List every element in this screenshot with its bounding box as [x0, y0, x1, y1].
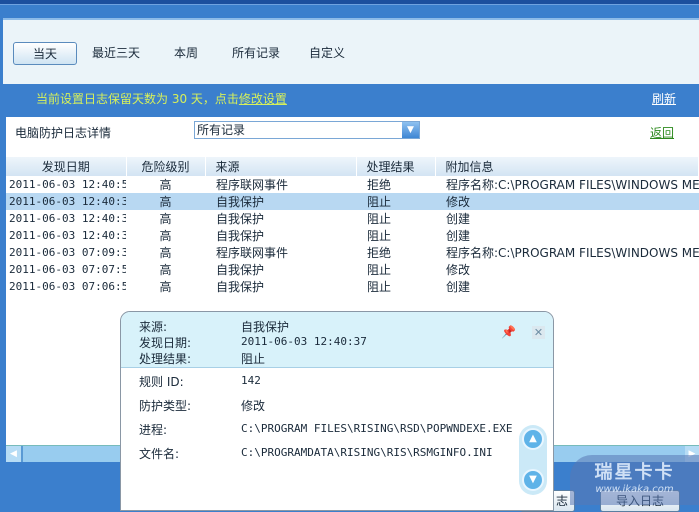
watermark-url: www.ikaka.com	[595, 484, 674, 495]
section-label: 电脑防护日志详情	[15, 126, 112, 140]
cell-info: 创建	[446, 280, 471, 294]
record-filter-select[interactable]: 所有记录 ▼	[194, 121, 420, 139]
cell-source: 自我保护	[216, 280, 265, 294]
table-row[interactable]: 2011-06-03 12:40:56 高 程序联网事件 拒绝 程序名称:C:\PROG…	[6, 176, 699, 193]
cell-level: 高	[159, 212, 172, 226]
cell-info: 创建	[446, 212, 471, 226]
cell-date: 2011-06-03 07:06:57	[9, 280, 126, 293]
table-row[interactable]: 2011-06-03 12:40:37 高自我保护 阻止 修改	[6, 193, 699, 210]
cell-level: 高	[159, 229, 172, 243]
cell-result: 阻止	[367, 263, 392, 277]
notice-text: 当前设置日志保留天数为 30 天，点击	[36, 92, 239, 106]
cell-info: 创建	[446, 229, 471, 243]
cell-info: 修改	[446, 263, 471, 277]
scroll-left-icon[interactable]: ◀	[6, 446, 23, 462]
close-icon[interactable]: ✕	[532, 326, 545, 339]
result-label: 处理结果:	[139, 352, 192, 366]
cell-source: 程序联网事件	[216, 246, 289, 260]
log-table: 发现日期 危险级别 来源 处理结果 附加信息 2011-06-03 12:40:…	[6, 157, 699, 295]
tab-custom[interactable]: 自定义	[309, 42, 345, 65]
cell-date: 2011-06-03 07:07:59	[9, 263, 126, 276]
tab-today[interactable]: 当天	[13, 42, 77, 65]
cell-level: 高	[126, 193, 205, 210]
protection-type-value: 修改	[241, 399, 266, 413]
process-label: 进程:	[139, 423, 168, 437]
chevron-down-icon[interactable]: ▼	[402, 122, 419, 138]
col-date[interactable]: 发现日期	[6, 157, 127, 176]
tab-all-records[interactable]: 所有记录	[232, 42, 280, 65]
table-row[interactable]: 2011-06-03 07:06:57 高 自我保护 阻止 创建	[6, 278, 699, 295]
col-result[interactable]: 处理结果	[356, 157, 436, 176]
cell-result: 阻止	[367, 229, 392, 243]
scroll-up-icon[interactable]: ▲	[522, 428, 544, 450]
file-value: C:\PROGRAMDATA\RISING\RIS\RSMGINFO.INI	[241, 446, 493, 459]
col-level[interactable]: 危险级别	[126, 157, 206, 176]
scroll-down-icon[interactable]: ▼	[522, 469, 544, 491]
table-row[interactable]: 2011-06-03 12:40:37 高 自我保护 阻止 创建	[6, 210, 699, 227]
col-source[interactable]: 来源	[205, 157, 357, 176]
cell-result: 阻止	[367, 280, 392, 294]
cell-level: 高	[159, 280, 172, 294]
tab-this-week[interactable]: 本周	[174, 42, 198, 65]
cell-info: 修改	[435, 193, 699, 210]
refresh-link[interactable]: 刷新	[652, 90, 676, 107]
back-link[interactable]: 返回	[650, 124, 674, 141]
file-label: 文件名:	[139, 447, 180, 461]
cell-date: 2011-06-03 12:40:37	[9, 212, 126, 225]
table-row[interactable]: 2011-06-03 07:07:59 高 自我保护 阻止 修改	[6, 261, 699, 278]
date-value: 2011-06-03 12:40:37	[241, 335, 367, 348]
process-value: C:\PROGRAM FILES\RISING\RSD\POPWNDEXE.EX…	[241, 422, 513, 435]
select-value: 所有记录	[197, 123, 246, 137]
cell-result: 阻止	[367, 212, 392, 226]
cell-date: 2011-06-03 07:09:32	[9, 246, 126, 259]
cell-level: 高	[159, 246, 172, 260]
rule-id-label: 规则 ID:	[139, 375, 184, 389]
source-value: 自我保护	[241, 320, 290, 334]
cell-result: 拒绝	[367, 246, 392, 260]
popup-scroll: ▲ ▼	[519, 425, 547, 495]
cell-source: 自我保护	[205, 193, 356, 210]
cell-result: 阻止	[356, 193, 435, 210]
cell-info: 程序名称:C:\PROGRAM FILES\WINDOWS MEDIA PL	[446, 178, 699, 192]
window-top-border	[0, 0, 699, 5]
cell-source: 自我保护	[216, 229, 265, 243]
cell-date: 2011-06-03 12:40:56	[9, 178, 126, 191]
date-range-tabs: 当天 最近三天 本周 所有记录 自定义	[3, 18, 699, 84]
watermark-title: 瑞星卡卡	[594, 462, 675, 483]
cell-level: 高	[159, 178, 172, 192]
table-row[interactable]: 2011-06-03 12:40:32 高 自我保护 阻止 创建	[6, 227, 699, 244]
log-detail-popup: 来源: 自我保护 发现日期: 2011-06-03 12:40:37 处理结果:…	[120, 311, 554, 511]
result-value: 阻止	[241, 352, 266, 366]
tab-last-three-days[interactable]: 最近三天	[92, 42, 140, 65]
cell-source: 自我保护	[216, 263, 265, 277]
table-row[interactable]: 2011-06-03 07:09:32 高 程序联网事件 拒绝 程序名称:C:\PROG…	[6, 244, 699, 261]
cell-date: 2011-06-03 12:40:32	[9, 229, 126, 242]
date-label: 发现日期:	[139, 336, 192, 350]
protection-type-label: 防护类型:	[139, 399, 192, 413]
retention-notice: 当前设置日志保留天数为 30 天，点击修改设置	[36, 90, 287, 107]
cell-result: 拒绝	[367, 178, 392, 192]
pin-icon[interactable]: 📌	[501, 325, 516, 339]
cell-source: 程序联网事件	[216, 178, 289, 192]
modify-settings-link[interactable]: 修改设置	[239, 92, 287, 106]
cell-date: 2011-06-03 12:40:37	[6, 193, 126, 210]
col-info[interactable]: 附加信息	[435, 157, 699, 176]
rule-id-value: 142	[241, 374, 261, 387]
cell-level: 高	[159, 263, 172, 277]
ikaka-watermark: 瑞星卡卡 www.ikaka.com	[570, 455, 699, 505]
source-label: 来源:	[139, 320, 168, 334]
cell-source: 自我保护	[216, 212, 265, 226]
cell-info: 程序名称:C:\PROGRAM FILES\WINDOWS MEDIA PL	[446, 246, 699, 260]
